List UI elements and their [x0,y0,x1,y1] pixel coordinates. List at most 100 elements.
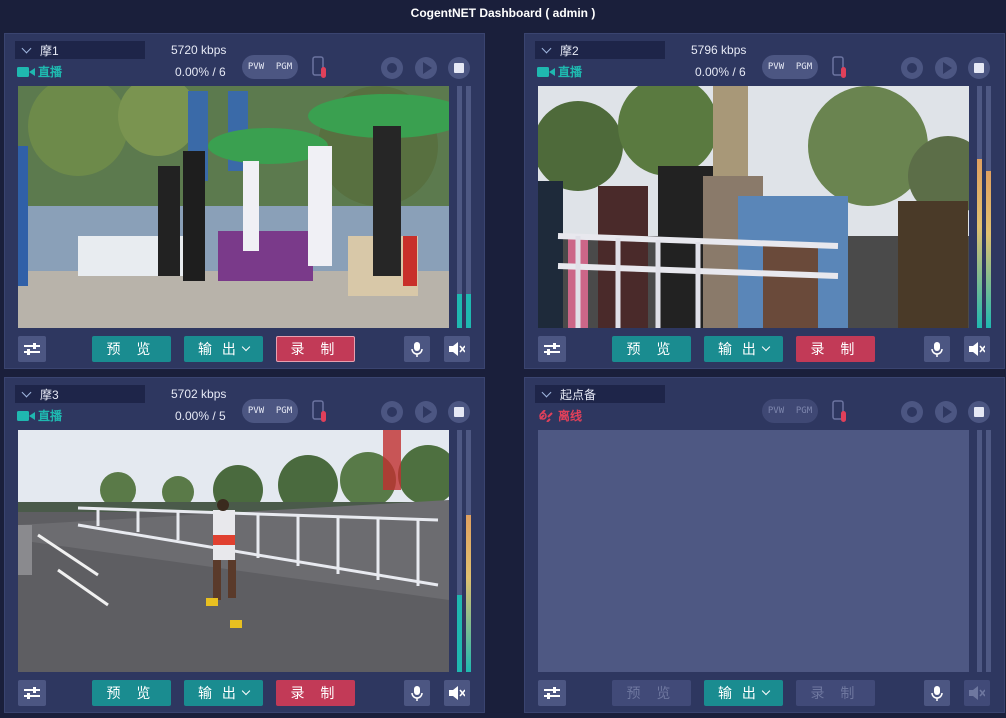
audio-meter-left [977,430,982,672]
stop-button[interactable] [448,57,470,79]
bitrate: 5796 kbps [691,43,747,57]
pvw-pgm-toggle[interactable]: PVW PGM [242,55,298,79]
chevron-down-icon [21,387,32,397]
stream-name-dropdown[interactable]: 摩3 [15,385,145,403]
microphone-icon [411,342,423,357]
microphone-button[interactable] [924,680,950,706]
progress-text: 0.00% / 6 [695,65,746,79]
stream-name: 起点备 [560,387,597,402]
record-dot-button[interactable] [381,57,403,79]
meter-level [466,515,471,672]
progress-text: 0.00% / 5 [175,409,226,423]
video-frame-marathon-aid-station [18,86,449,328]
stream-name-dropdown[interactable]: 摩1 [15,41,145,59]
stream-name: 摩2 [560,43,579,58]
record-dot-button[interactable] [381,401,403,423]
status-label: 直播 [38,409,63,423]
stop-button[interactable] [968,57,990,79]
progress-text: 0.00% / 6 [175,65,226,79]
record-dot-button[interactable] [901,57,923,79]
record-button[interactable]: 录 制 [796,336,875,362]
video-feed[interactable] [18,430,449,672]
phone-icon[interactable] [831,56,849,80]
audio-meter-right [466,430,471,672]
audio-meter-left [977,86,982,328]
phone-icon[interactable] [311,400,329,424]
output-dropdown-button[interactable]: 输 出 [184,336,263,362]
output-label: 输 出 [718,341,759,357]
record-dot-button[interactable] [901,401,923,423]
output-dropdown-button[interactable]: 输 出 [704,336,783,362]
mute-button[interactable] [444,680,470,706]
mute-button[interactable] [964,336,990,362]
audio-meter-right [986,430,991,672]
audio-meter-left [457,86,462,328]
stop-button[interactable] [448,401,470,423]
sliders-icon [24,687,40,699]
sliders-icon [544,343,560,355]
output-dropdown-button[interactable]: 输 出 [184,680,263,706]
play-button[interactable] [935,401,957,423]
speaker-mute-icon [969,686,985,700]
status-label: 直播 [558,65,583,79]
pgm-label: PGM [275,406,293,416]
status-label: 直播 [38,65,63,79]
meter-level [986,171,991,328]
chevron-down-icon [761,342,771,352]
stream-name-dropdown[interactable]: 摩2 [535,41,665,59]
stop-button[interactable] [968,401,990,423]
pvw-pgm-toggle[interactable]: PVW PGM [242,399,298,423]
pgm-label: PGM [795,62,813,72]
play-button[interactable] [415,57,437,79]
meter-level [457,595,462,672]
chevron-down-icon [241,342,251,352]
output-label: 输 出 [198,341,239,357]
settings-button[interactable] [18,680,46,706]
preview-button[interactable]: 预 览 [612,336,691,362]
output-dropdown-button[interactable]: 输 出 [704,680,783,706]
output-label: 输 出 [198,685,239,701]
mute-button[interactable] [964,680,990,706]
settings-button[interactable] [18,336,46,362]
settings-button[interactable] [538,336,566,362]
audio-meter-right [466,86,471,328]
play-button[interactable] [935,57,957,79]
pgm-label: PGM [795,406,813,416]
settings-button[interactable] [538,680,566,706]
video-frame-runner-on-road [18,430,449,672]
sliders-icon [24,343,40,355]
microphone-button[interactable] [924,336,950,362]
video-camera-icon [17,66,35,77]
preview-button[interactable]: 预 览 [92,680,171,706]
microphone-button[interactable] [404,680,430,706]
video-frame-spectators [538,86,969,328]
microphone-icon [931,686,943,701]
mute-button[interactable] [444,336,470,362]
record-button[interactable]: 录 制 [796,680,875,706]
stream-panel-1: 摩1 5720 kbps 直播 0.00% / 6 PVW PGM 预 览 输 出… [4,33,485,369]
play-button[interactable] [415,401,437,423]
meter-level [466,294,471,328]
meter-level [457,294,462,328]
phone-icon[interactable] [831,400,849,424]
video-feed-empty[interactable] [538,430,969,672]
output-label: 输 出 [718,685,759,701]
phone-icon[interactable] [311,56,329,80]
broken-link-icon [539,409,553,422]
video-feed[interactable] [18,86,449,328]
video-feed[interactable] [538,86,969,328]
stream-status: 直播 [537,63,582,80]
microphone-button[interactable] [404,336,430,362]
stream-name-dropdown[interactable]: 起点备 [535,385,665,403]
stream-name: 摩3 [40,387,59,402]
record-button[interactable]: 录 制 [276,680,355,706]
pvw-pgm-toggle[interactable]: PVW PGM [762,399,818,423]
preview-button[interactable]: 预 览 [92,336,171,362]
record-button[interactable]: 录 制 [276,336,355,362]
preview-button[interactable]: 预 览 [612,680,691,706]
bitrate: 5720 kbps [171,43,227,57]
pvw-label: PVW [767,62,785,72]
speaker-mute-icon [969,342,985,356]
meter-level [977,159,982,328]
pvw-pgm-toggle[interactable]: PVW PGM [762,55,818,79]
